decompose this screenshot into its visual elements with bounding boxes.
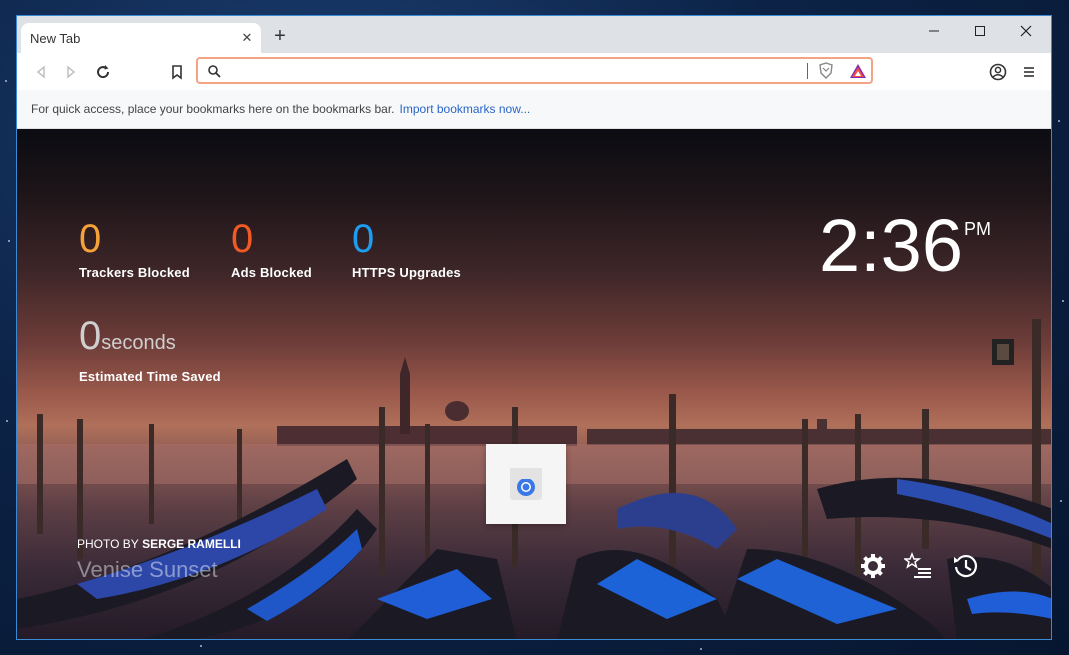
- trackers-blocked-label: Trackers Blocked: [79, 265, 190, 280]
- photo-credit: PHOTO BY SERGE RAMELLI: [77, 537, 241, 551]
- time-saved-value: 0seconds: [79, 316, 221, 363]
- forward-button[interactable]: [59, 60, 83, 84]
- address-bar[interactable]: [196, 57, 873, 84]
- back-button[interactable]: [29, 60, 53, 84]
- time-saved-number: 0: [79, 314, 102, 358]
- photo-title: Venise Sunset: [77, 557, 218, 582]
- time-saved-unit: seconds: [101, 332, 176, 354]
- https-upgrades-label: HTTPS Upgrades: [352, 265, 461, 280]
- hamburger-menu-icon: [1024, 67, 1034, 77]
- bookmarks-bar: For quick access, place your bookmarks h…: [17, 90, 1051, 129]
- tab-title: New Tab: [30, 30, 81, 46]
- https-upgrades-stat: 0 HTTPS Upgrades: [352, 219, 461, 280]
- clock-ampm: PM: [964, 219, 991, 239]
- new-tab-button[interactable]: +: [269, 26, 291, 48]
- trackers-blocked-count: 0: [79, 217, 102, 261]
- ads-blocked-stat: 0 Ads Blocked: [231, 219, 312, 280]
- gear-icon: [861, 554, 885, 578]
- forward-arrow-icon: [67, 65, 76, 79]
- back-arrow-icon: [36, 65, 45, 79]
- history-icon: [954, 554, 978, 578]
- profile-button[interactable]: [986, 60, 1010, 84]
- bookmarks-bar-message: For quick access, place your bookmarks h…: [31, 102, 395, 116]
- maximize-icon: [975, 26, 985, 36]
- tab-close-icon[interactable]: ✕: [233, 30, 261, 46]
- settings-button[interactable]: [858, 551, 888, 581]
- bookmark-icon: [172, 65, 182, 80]
- history-button[interactable]: [951, 551, 981, 581]
- time-saved-stat: 0seconds Estimated Time Saved: [79, 316, 221, 384]
- browser-window: New Tab ✕ + For quick access, place your…: [16, 15, 1052, 640]
- bookmark-button[interactable]: [165, 60, 189, 84]
- https-upgrades-count: 0: [352, 217, 375, 261]
- reload-icon: [97, 65, 110, 79]
- tab-new-tab[interactable]: New Tab ✕: [21, 23, 261, 53]
- ads-blocked-count: 0: [231, 217, 254, 261]
- reload-button[interactable]: [91, 60, 115, 84]
- search-icon: [208, 65, 221, 78]
- omnibox-separator: [807, 63, 808, 79]
- minimize-icon: [929, 30, 939, 32]
- chromium-logo-icon: [510, 468, 542, 500]
- brave-shields-icon[interactable]: [818, 62, 834, 80]
- brave-rewards-icon[interactable]: [849, 63, 867, 79]
- address-input[interactable]: [228, 61, 792, 83]
- title-bar: New Tab ✕ +: [17, 16, 1051, 53]
- menu-button[interactable]: [1017, 60, 1041, 84]
- ads-blocked-label: Ads Blocked: [231, 265, 312, 280]
- photo-credit-prefix: PHOTO BY: [77, 537, 139, 551]
- loading-placeholder: [486, 444, 566, 524]
- clock-time: 2:36: [818, 204, 963, 287]
- photo-credit-author: SERGE RAMELLI: [142, 537, 241, 551]
- bookmarks-icon: [904, 552, 931, 578]
- new-tab-page: 0 Trackers Blocked 0 Ads Blocked 0 HTTPS…: [17, 129, 1051, 639]
- close-window-button[interactable]: [1003, 16, 1049, 46]
- profile-icon: [989, 63, 1007, 81]
- toolbar: [17, 53, 1051, 90]
- maximize-button[interactable]: [957, 16, 1003, 46]
- import-bookmarks-link[interactable]: Import bookmarks now...: [400, 102, 531, 116]
- close-icon: [1020, 25, 1032, 37]
- minimize-button[interactable]: [911, 16, 957, 46]
- time-saved-label: Estimated Time Saved: [79, 369, 221, 384]
- bookmarks-button[interactable]: [903, 551, 933, 581]
- trackers-blocked-stat: 0 Trackers Blocked: [79, 219, 190, 280]
